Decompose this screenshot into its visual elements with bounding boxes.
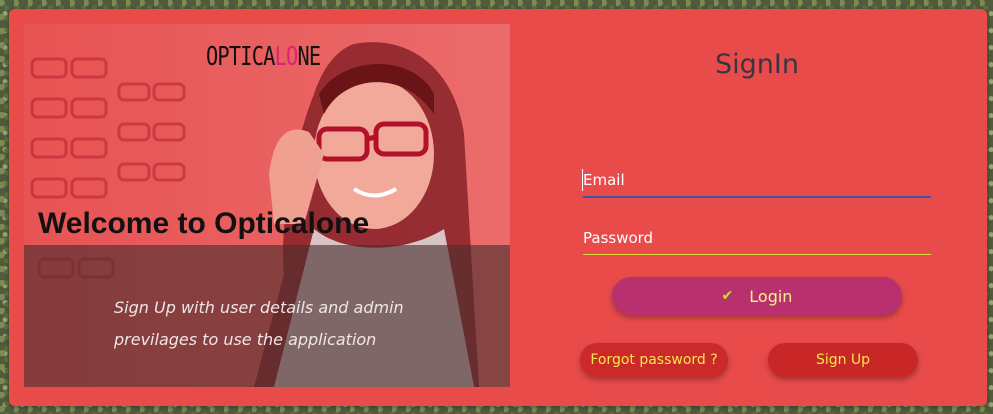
- email-field[interactable]: [583, 164, 931, 198]
- password-field[interactable]: [583, 221, 931, 255]
- sign-up-button[interactable]: Sign Up: [768, 343, 918, 377]
- welcome-heading: Welcome to Opticalone: [38, 207, 370, 240]
- signin-title: SignIn: [715, 49, 799, 80]
- opticalone-logo: OPTICALONE: [206, 42, 321, 72]
- check-icon: ✔: [721, 288, 734, 304]
- app-description: Sign Up with user details and admin prev…: [114, 298, 404, 349]
- hero-image-panel: OPTICALONE Welcome to Opticalone Sign Up…: [24, 24, 510, 387]
- login-card: OPTICALONE Welcome to Opticalone Sign Up…: [9, 9, 987, 406]
- login-button[interactable]: ✔ Login: [612, 277, 902, 315]
- forgot-password-button[interactable]: Forgot password ?: [580, 343, 728, 377]
- text-caret: [582, 169, 583, 191]
- login-button-label: Login: [749, 286, 793, 306]
